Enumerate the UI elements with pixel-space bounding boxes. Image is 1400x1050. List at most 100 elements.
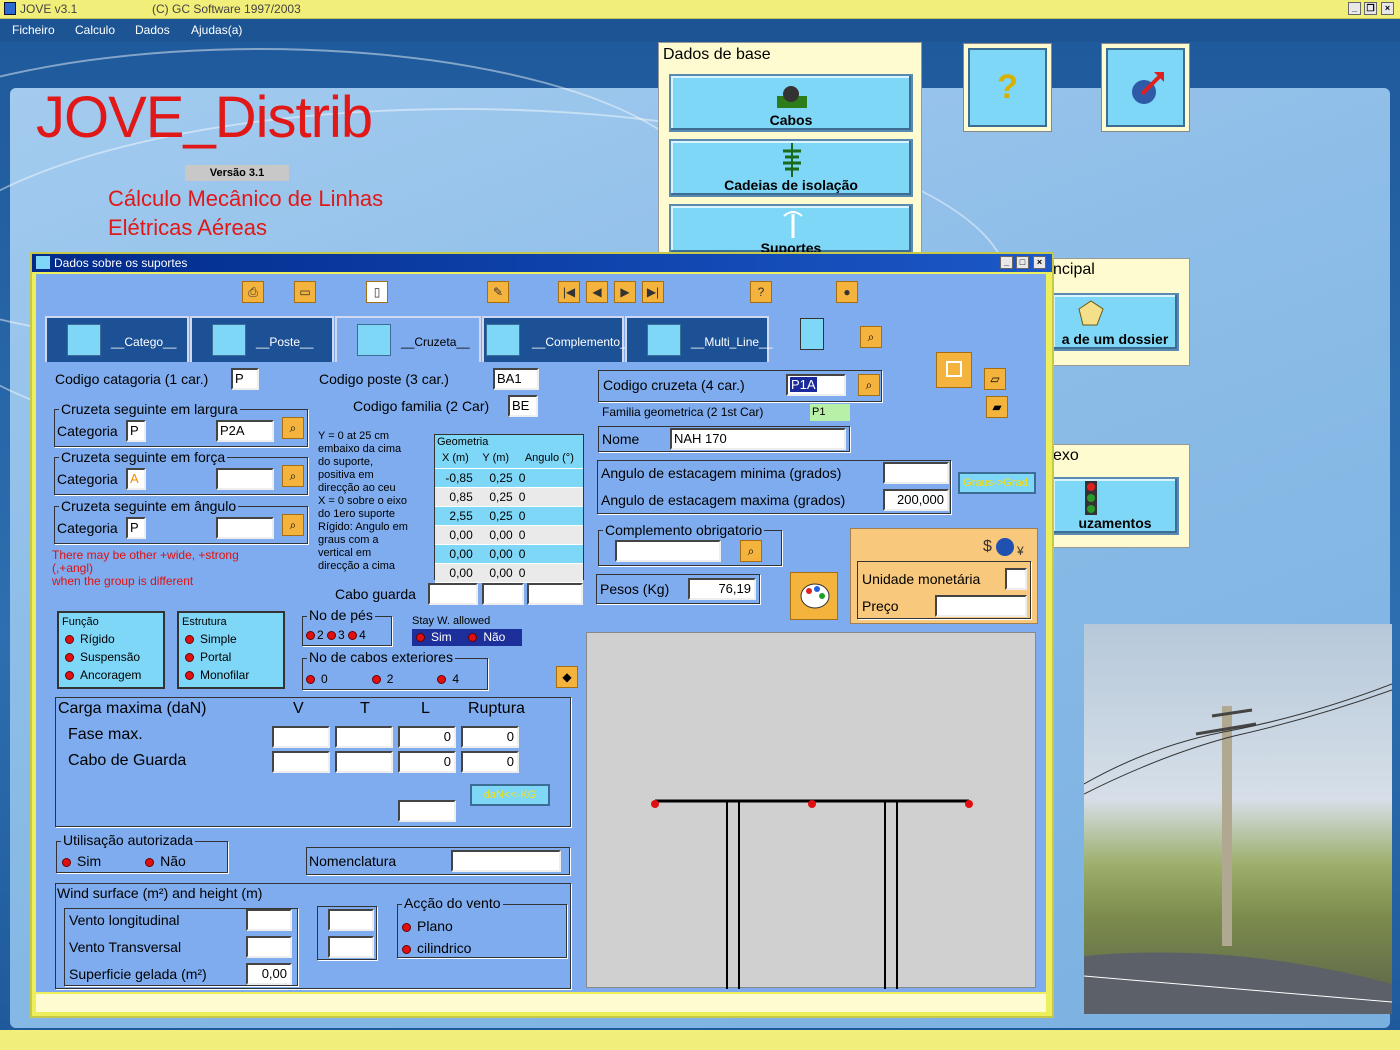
forca-cruzeta-field[interactable] xyxy=(216,468,274,490)
codigo-familia-field[interactable]: BE xyxy=(508,395,538,417)
cabo-ruptura-field[interactable]: 0 xyxy=(461,751,519,773)
tab-poste[interactable]: __Poste__ xyxy=(190,316,334,362)
last-record-icon[interactable]: ▶| xyxy=(642,281,664,303)
cadeias-button[interactable]: Cadeias de isolação xyxy=(669,139,913,197)
edit-icon[interactable]: ✎ xyxy=(487,281,509,303)
nome-field[interactable]: NAH 170 xyxy=(670,428,846,450)
cabos-button[interactable]: Cabos xyxy=(669,74,913,132)
pesos-field[interactable]: 76,19 xyxy=(688,578,756,600)
table-row[interactable]: 0,00 0,00 0 xyxy=(435,525,583,545)
conversion-field[interactable] xyxy=(398,800,456,822)
cabo-guarda-y-field[interactable] xyxy=(482,583,524,605)
stay-options[interactable]: Sim Não xyxy=(412,629,522,646)
minimize-button[interactable]: _ xyxy=(1348,2,1361,15)
table-row[interactable]: -0,85 0,25 0 xyxy=(435,468,583,488)
accao-plano[interactable]: Plano xyxy=(402,918,453,934)
restore-button[interactable]: ❐ xyxy=(1364,2,1377,15)
no-cabos-options[interactable]: 024 xyxy=(306,672,486,686)
menu-calculo[interactable]: Calculo xyxy=(75,23,115,37)
geometria-table[interactable]: Geometria X (m) Y (m) Angulo (°) -0,85 0,25… xyxy=(434,434,584,583)
cruzamentos-button[interactable]: uzamentos xyxy=(1051,477,1179,535)
familia-geometrica-field[interactable]: P1 xyxy=(810,404,850,421)
angulo-search-icon[interactable]: ⌕ xyxy=(282,514,304,536)
print-icon[interactable]: ⎙ xyxy=(242,281,264,303)
open-folder-icon[interactable]: ▱ xyxy=(984,368,1006,390)
menu-dados[interactable]: Dados xyxy=(135,23,170,37)
tab-cruzeta[interactable]: __Cruzeta__ xyxy=(335,316,481,362)
fase-ruptura-field[interactable]: 0 xyxy=(461,726,519,748)
help-button[interactable]: ? xyxy=(963,43,1052,132)
accao-cilindrico[interactable]: cilindrico xyxy=(402,940,471,956)
dialog-close-button[interactable]: × xyxy=(1033,256,1046,269)
cabo-t-field[interactable] xyxy=(335,751,393,773)
globe-button[interactable] xyxy=(1101,43,1190,132)
funcao-rigido[interactable]: Rígido xyxy=(65,632,163,646)
close-button[interactable]: × xyxy=(1381,2,1394,15)
menu-ficheiro[interactable]: Ficheiro xyxy=(12,23,55,37)
vento-longitudinal-field[interactable] xyxy=(246,909,292,931)
estrutura-portal[interactable]: Portal xyxy=(185,650,283,664)
table-row[interactable]: 0,00 0,00 0 xyxy=(435,544,583,564)
convert-kg-button[interactable]: daN<<-KG xyxy=(470,784,550,806)
dialog-minimize-button[interactable]: _ xyxy=(1000,256,1013,269)
table-row[interactable]: 2,55 0,25 0 xyxy=(435,506,583,526)
vento-transversal-field[interactable] xyxy=(246,936,292,958)
funcao-ancoragem[interactable]: Ancoragem xyxy=(65,668,163,682)
forca-search-icon[interactable]: ⌕ xyxy=(282,465,304,487)
preco-field[interactable] xyxy=(935,595,1027,617)
complemento-field[interactable] xyxy=(615,540,721,562)
hourglass-icon[interactable] xyxy=(800,318,824,350)
new-document-icon[interactable]: ▯ xyxy=(366,281,388,303)
largura-categoria-field[interactable]: P xyxy=(126,420,146,442)
cruzeta-search-icon[interactable]: ⌕ xyxy=(858,374,880,396)
search-tab-icon[interactable]: ⌕ xyxy=(860,326,882,348)
forca-categoria-field[interactable]: A xyxy=(126,468,146,490)
suportes-button[interactable]: Suportes xyxy=(669,204,913,254)
fase-l-field[interactable]: 0 xyxy=(398,726,456,748)
fase-v-field[interactable] xyxy=(272,726,330,748)
save-button[interactable] xyxy=(936,352,972,388)
largura-search-icon[interactable]: ⌕ xyxy=(282,417,304,439)
tab-multi-line[interactable]: __Multi_Line__ xyxy=(625,316,772,362)
estrutura-simple[interactable]: Simple xyxy=(185,632,283,646)
superficie-gelada-field[interactable]: 0,00 xyxy=(246,963,292,985)
prev-record-icon[interactable]: ◀ xyxy=(586,281,608,303)
funcao-suspensao[interactable]: Suspensão xyxy=(65,650,163,664)
height-transversal-field[interactable] xyxy=(328,936,374,958)
first-record-icon[interactable]: |◀ xyxy=(558,281,580,303)
dossier-button[interactable]: a de um dossier xyxy=(1051,293,1179,351)
angulo-cruzeta-field[interactable] xyxy=(216,517,274,539)
height-longitudinal-field[interactable] xyxy=(328,909,374,931)
utilisacao-options[interactable]: Sim Não xyxy=(62,853,186,869)
fase-t-field[interactable] xyxy=(335,726,393,748)
cabo-v-field[interactable] xyxy=(272,751,330,773)
color-picker-icon[interactable]: ◆ xyxy=(556,666,578,688)
nomenclatura-field[interactable] xyxy=(451,850,561,872)
globe-small-icon[interactable]: ● xyxy=(836,281,858,303)
graus-grad-button[interactable]: Graus->Grad. xyxy=(958,472,1036,494)
cabo-l-field[interactable]: 0 xyxy=(398,751,456,773)
next-record-icon[interactable]: ▶ xyxy=(614,281,636,303)
estrutura-monofilar[interactable]: Monofilar xyxy=(185,668,283,682)
codigo-poste-field[interactable]: BA1 xyxy=(493,368,539,390)
menu-ajudas[interactable]: Ajudas(a) xyxy=(191,23,242,37)
angulo-min-field[interactable] xyxy=(883,462,949,484)
codigo-cruzeta-field[interactable]: P1A xyxy=(786,374,846,396)
largura-cruzeta-field[interactable]: P2A xyxy=(216,420,274,442)
table-row[interactable]: 0,85 0,25 0 xyxy=(435,487,583,507)
help-small-icon[interactable]: ? xyxy=(750,281,772,303)
codigo-categoria-field[interactable]: P xyxy=(231,368,259,390)
cabo-guarda-angle-field[interactable] xyxy=(527,583,583,605)
dialog-maximize-button[interactable]: □ xyxy=(1016,256,1029,269)
tab-catego[interactable]: __Catego__ xyxy=(45,316,189,362)
palette-button[interactable] xyxy=(790,572,838,620)
tab-complemento[interactable]: __Complemento__ xyxy=(482,316,633,362)
angulo-categoria-field[interactable]: P xyxy=(126,517,146,539)
unidade-field[interactable] xyxy=(1005,568,1027,590)
angulo-max-field[interactable]: 200,000 xyxy=(883,489,949,511)
cabo-guarda-x-field[interactable] xyxy=(428,583,478,605)
complemento-search-icon[interactable]: ⌕ xyxy=(740,540,762,562)
table-row[interactable]: 0,00 0,00 0 xyxy=(435,563,583,583)
print-preview-icon[interactable]: ▭ xyxy=(294,281,316,303)
open-file-icon[interactable]: ▰ xyxy=(986,396,1008,418)
